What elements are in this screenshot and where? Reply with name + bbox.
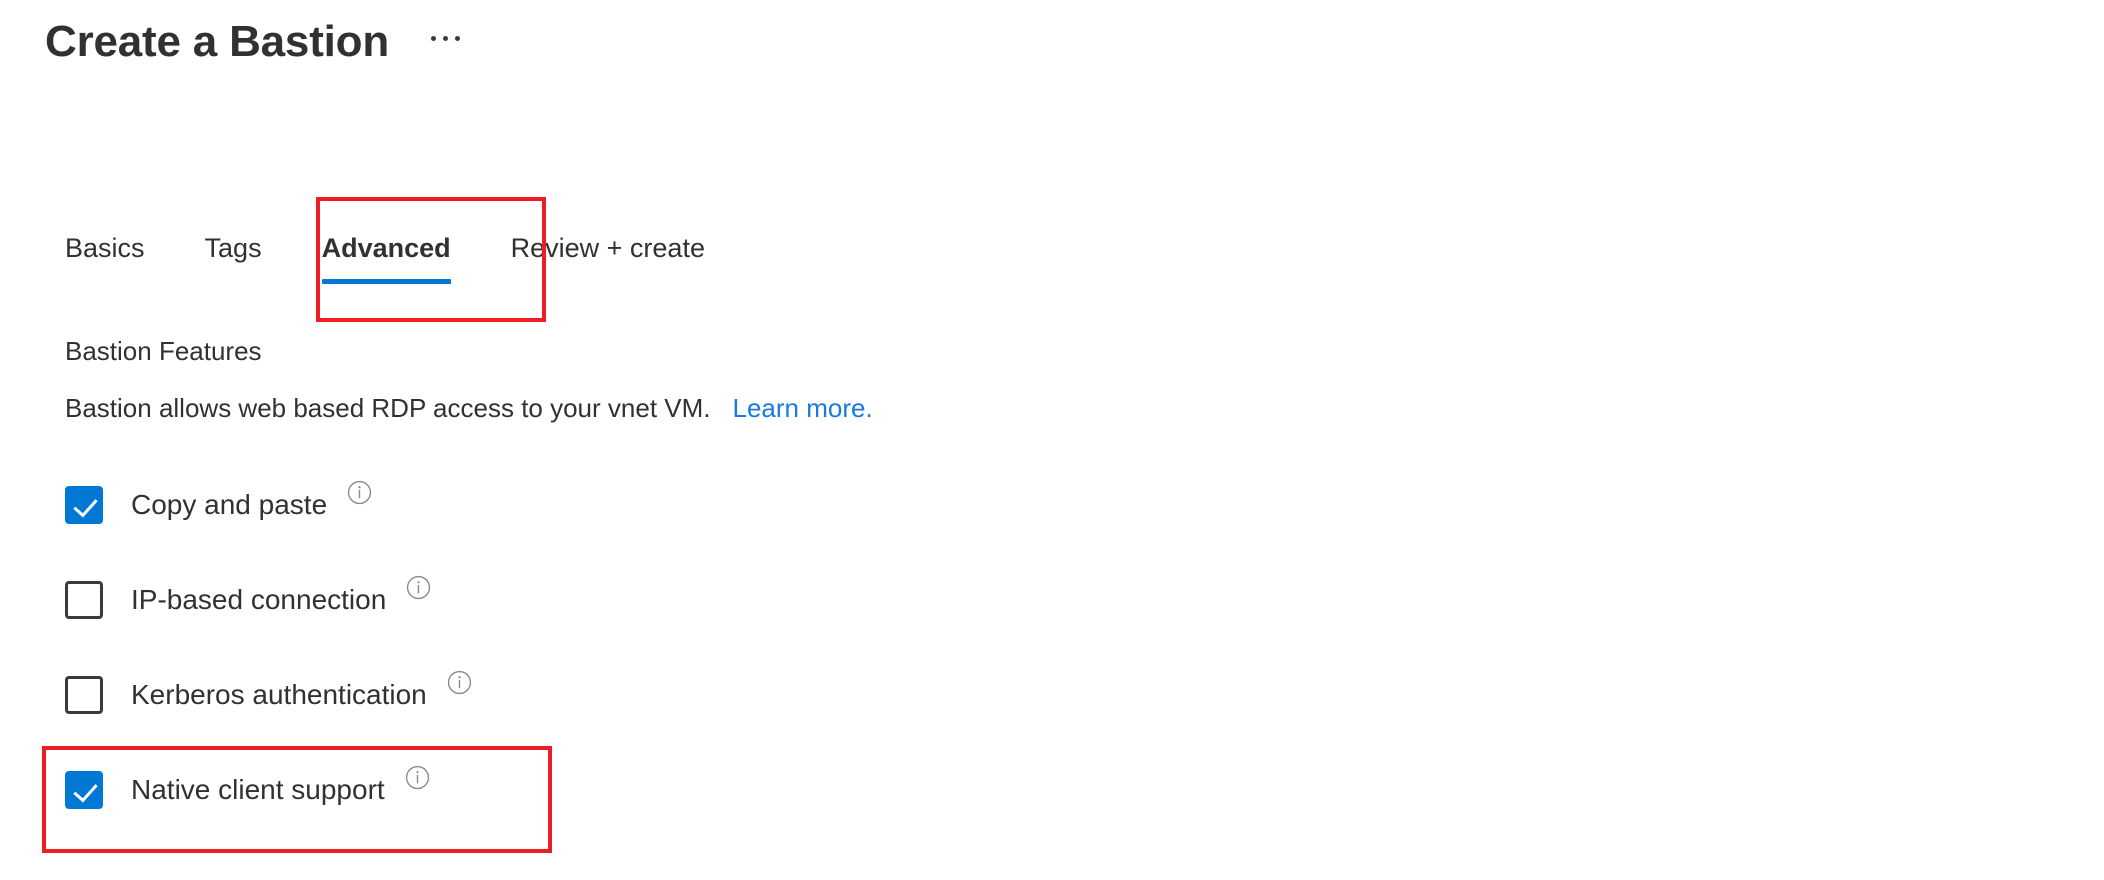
more-options-icon[interactable] [425, 26, 466, 59]
tab-review-create[interactable]: Review + create [481, 228, 735, 290]
checkbox-label: IP-based connection [131, 584, 387, 615]
ellipsis-dot [431, 35, 437, 41]
checkbox-ip-based-connection[interactable] [65, 581, 103, 619]
ellipsis-dot [443, 35, 449, 41]
tab-tags[interactable]: Tags [175, 228, 292, 290]
checkbox-row-kerberos-authentication[interactable]: Kerberos authentication [65, 668, 472, 722]
tab-label: Advanced [321, 233, 451, 263]
checkbox-label: Kerberos authentication [131, 679, 427, 710]
tabstrip: Basics Tags Advanced Review + create [65, 228, 735, 290]
info-icon[interactable] [347, 480, 372, 505]
checkbox-row-native-client-support[interactable]: Native client support [65, 763, 472, 817]
section-heading-bastion-features: Bastion Features [65, 336, 262, 366]
learn-more-link[interactable]: Learn more. [733, 390, 873, 426]
checkbox-label: Native client support [131, 774, 385, 805]
checkbox-kerberos-authentication[interactable] [65, 676, 103, 714]
active-tab-indicator [321, 279, 451, 284]
ellipsis-dot [455, 35, 461, 41]
checkbox-copy-and-paste[interactable] [65, 486, 103, 524]
page-title: Create a Bastion [45, 17, 390, 66]
section-description: Bastion allows web based RDP access to y… [65, 390, 873, 426]
info-icon[interactable] [406, 575, 431, 600]
section-description-text: Bastion allows web based RDP access to y… [65, 393, 711, 423]
tab-basics[interactable]: Basics [65, 228, 175, 290]
page-header: Create a Bastion [45, 17, 466, 66]
info-icon[interactable] [447, 670, 472, 695]
bastion-features-list: Copy and paste IP-based connection Kerbe… [65, 478, 472, 817]
checkbox-row-ip-based-connection[interactable]: IP-based connection [65, 573, 472, 627]
info-icon[interactable] [405, 765, 430, 790]
tab-advanced[interactable]: Advanced [292, 228, 481, 290]
tab-label: Basics [65, 233, 145, 263]
tab-label: Tags [204, 233, 262, 263]
tab-label: Review + create [510, 233, 705, 263]
checkbox-label: Copy and paste [131, 489, 328, 520]
checkbox-native-client-support[interactable] [65, 771, 103, 809]
checkbox-row-copy-and-paste[interactable]: Copy and paste [65, 478, 472, 532]
